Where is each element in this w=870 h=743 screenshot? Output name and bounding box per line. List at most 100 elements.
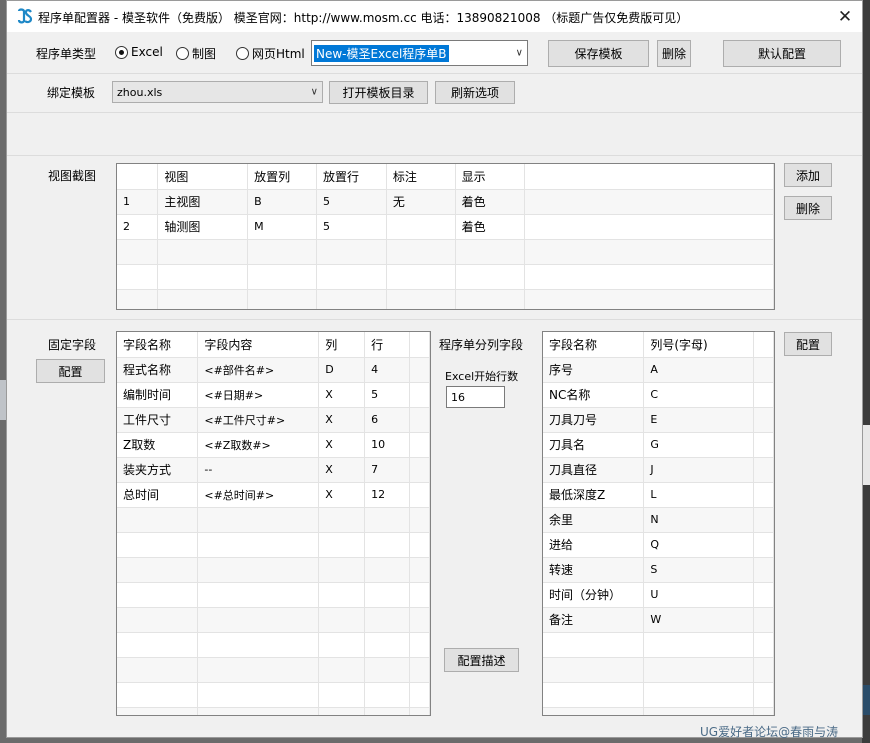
grid-cell[interactable]: 5 bbox=[316, 214, 387, 240]
grid-cell[interactable]: 时间（分钟） bbox=[543, 582, 645, 608]
table-row[interactable]: 刀具名 G bbox=[543, 432, 774, 458]
fixed-fields-config-button[interactable]: 配置 bbox=[36, 359, 105, 383]
grid-cell[interactable] bbox=[386, 214, 456, 240]
grid-cell[interactable]: <#部件名#> bbox=[197, 357, 320, 383]
default-config-button[interactable]: 默认配置 bbox=[723, 40, 841, 67]
grid-cell[interactable]: L bbox=[643, 482, 755, 508]
config-description-button[interactable]: 配置描述 bbox=[444, 648, 519, 672]
table-row[interactable]: 2 轴测图 M 5 着色 bbox=[117, 214, 774, 240]
refresh-options-button[interactable]: 刷新选项 bbox=[435, 81, 515, 104]
grid-cell[interactable]: 程式名称 bbox=[117, 357, 199, 383]
grid-cell[interactable]: 10 bbox=[364, 432, 410, 458]
grid-cell[interactable]: 5 bbox=[316, 189, 387, 215]
table-row[interactable]: 编制时间 <#日期#> X 5 bbox=[117, 382, 430, 408]
delete-template-button[interactable]: 删除 bbox=[657, 40, 691, 67]
grid-cell[interactable]: 编制时间 bbox=[117, 382, 199, 408]
grid-cell[interactable]: 5 bbox=[364, 382, 410, 408]
open-template-dir-button[interactable]: 打开模板目录 bbox=[329, 81, 428, 104]
table-row[interactable]: 刀具刀号 E bbox=[543, 407, 774, 433]
table-row[interactable]: Z取数 <#Z取数#> X 10 bbox=[117, 432, 430, 458]
grid-cell[interactable]: G bbox=[643, 432, 755, 458]
table-row[interactable]: NC名称 C bbox=[543, 382, 774, 408]
radio-unchecked-icon bbox=[236, 47, 249, 60]
table-row[interactable]: 备注 W bbox=[543, 607, 774, 633]
column-fields-grid[interactable]: 字段名称 列号(字母) 序号 A NC名称 C 刀具刀号 E 刀具名 G 刀具直… bbox=[542, 331, 775, 716]
grid-cell[interactable]: 刀具直径 bbox=[543, 457, 645, 483]
grid-cell bbox=[524, 214, 774, 240]
grid-cell[interactable]: <#日期#> bbox=[197, 382, 320, 408]
grid-cell[interactable]: <#总时间#> bbox=[197, 482, 320, 508]
grid-cell[interactable]: U bbox=[643, 582, 755, 608]
delete-view-button[interactable]: 删除 bbox=[784, 196, 832, 220]
grid-cell[interactable]: 4 bbox=[364, 357, 410, 383]
table-row[interactable]: 时间（分钟） U bbox=[543, 582, 774, 608]
table-row[interactable]: 进给 Q bbox=[543, 532, 774, 558]
table-row[interactable]: 1 主视图 B 5 无 着色 bbox=[117, 189, 774, 215]
grid-cell[interactable]: J bbox=[643, 457, 755, 483]
grid-cell[interactable]: X bbox=[318, 432, 366, 458]
grid-cell[interactable]: 6 bbox=[364, 407, 410, 433]
grid-cell[interactable]: X bbox=[318, 382, 366, 408]
table-row[interactable]: 转速 S bbox=[543, 557, 774, 583]
radio-drawing[interactable]: 制图 bbox=[176, 45, 216, 62]
grid-cell[interactable]: 装夹方式 bbox=[117, 457, 199, 483]
radio-html[interactable]: 网页Html bbox=[236, 45, 305, 62]
grid-cell[interactable]: 工件尺寸 bbox=[117, 407, 199, 433]
grid-cell[interactable]: 着色 bbox=[455, 214, 526, 240]
grid-cell[interactable]: X bbox=[318, 457, 366, 483]
grid-cell[interactable]: M bbox=[247, 214, 317, 240]
grid-cell[interactable]: Z取数 bbox=[117, 432, 199, 458]
grid-cell[interactable]: N bbox=[643, 507, 755, 533]
radio-excel[interactable]: Excel bbox=[115, 45, 163, 59]
grid-header-cell: 显示 bbox=[455, 164, 526, 190]
save-template-button[interactable]: 保存模板 bbox=[548, 40, 649, 67]
table-row[interactable]: 最低深度Z L bbox=[543, 482, 774, 508]
grid-cell[interactable]: 刀具名 bbox=[543, 432, 645, 458]
grid-cell[interactable]: D bbox=[318, 357, 366, 383]
bind-template-select[interactable]: zhou.xls ∨ bbox=[112, 81, 323, 103]
grid-cell[interactable]: S bbox=[643, 557, 755, 583]
table-row[interactable]: 刀具直径 J bbox=[543, 457, 774, 483]
grid-cell[interactable]: X bbox=[318, 482, 366, 508]
grid-cell[interactable]: 主视图 bbox=[157, 189, 249, 215]
grid-cell[interactable]: 1 bbox=[117, 189, 159, 215]
view-capture-grid[interactable]: 视图 放置列 放置行 标注 显示 1 主视图 B 5 无 着色 2 轴测图 M … bbox=[116, 163, 775, 310]
grid-cell[interactable]: NC名称 bbox=[543, 382, 645, 408]
table-row[interactable]: 程式名称 <#部件名#> D 4 bbox=[117, 357, 430, 383]
start-row-input[interactable]: 16 bbox=[446, 386, 505, 408]
grid-cell[interactable]: 序号 bbox=[543, 357, 645, 383]
column-fields-config-button[interactable]: 配置 bbox=[784, 332, 832, 356]
grid-cell[interactable]: Q bbox=[643, 532, 755, 558]
grid-cell[interactable]: 总时间 bbox=[117, 482, 199, 508]
fixed-fields-grid[interactable]: 字段名称 字段内容 列 行 程式名称 <#部件名#> D 4 编制时间 <#日期… bbox=[116, 331, 431, 716]
template-select[interactable]: New-模圣Excel程序单B ∨ bbox=[311, 40, 528, 66]
grid-cell[interactable]: 12 bbox=[364, 482, 410, 508]
grid-cell[interactable]: 转速 bbox=[543, 557, 645, 583]
grid-cell[interactable]: 备注 bbox=[543, 607, 645, 633]
grid-cell[interactable]: E bbox=[643, 407, 755, 433]
table-row[interactable]: 序号 A bbox=[543, 357, 774, 383]
grid-cell[interactable]: 7 bbox=[364, 457, 410, 483]
table-row[interactable]: 总时间 <#总时间#> X 12 bbox=[117, 482, 430, 508]
grid-cell[interactable]: X bbox=[318, 407, 366, 433]
grid-cell[interactable]: 着色 bbox=[455, 189, 526, 215]
close-button[interactable]: ✕ bbox=[828, 1, 862, 32]
grid-cell[interactable]: 刀具刀号 bbox=[543, 407, 645, 433]
grid-cell[interactable]: B bbox=[247, 189, 317, 215]
grid-cell[interactable]: 余里 bbox=[543, 507, 645, 533]
grid-cell[interactable]: <#工件尺寸#> bbox=[197, 407, 320, 433]
grid-cell[interactable]: <#Z取数#> bbox=[197, 432, 320, 458]
grid-cell[interactable]: 无 bbox=[386, 189, 456, 215]
grid-cell[interactable]: 轴测图 bbox=[157, 214, 249, 240]
table-row[interactable]: 装夹方式 -- X 7 bbox=[117, 457, 430, 483]
grid-cell[interactable]: A bbox=[643, 357, 755, 383]
add-view-button[interactable]: 添加 bbox=[784, 163, 832, 187]
grid-cell[interactable]: 最低深度Z bbox=[543, 482, 645, 508]
grid-cell[interactable]: W bbox=[643, 607, 755, 633]
table-row[interactable]: 工件尺寸 <#工件尺寸#> X 6 bbox=[117, 407, 430, 433]
grid-cell[interactable]: 2 bbox=[117, 214, 159, 240]
grid-cell[interactable]: -- bbox=[197, 457, 320, 483]
grid-cell[interactable]: 进给 bbox=[543, 532, 645, 558]
grid-cell[interactable]: C bbox=[643, 382, 755, 408]
table-row[interactable]: 余里 N bbox=[543, 507, 774, 533]
